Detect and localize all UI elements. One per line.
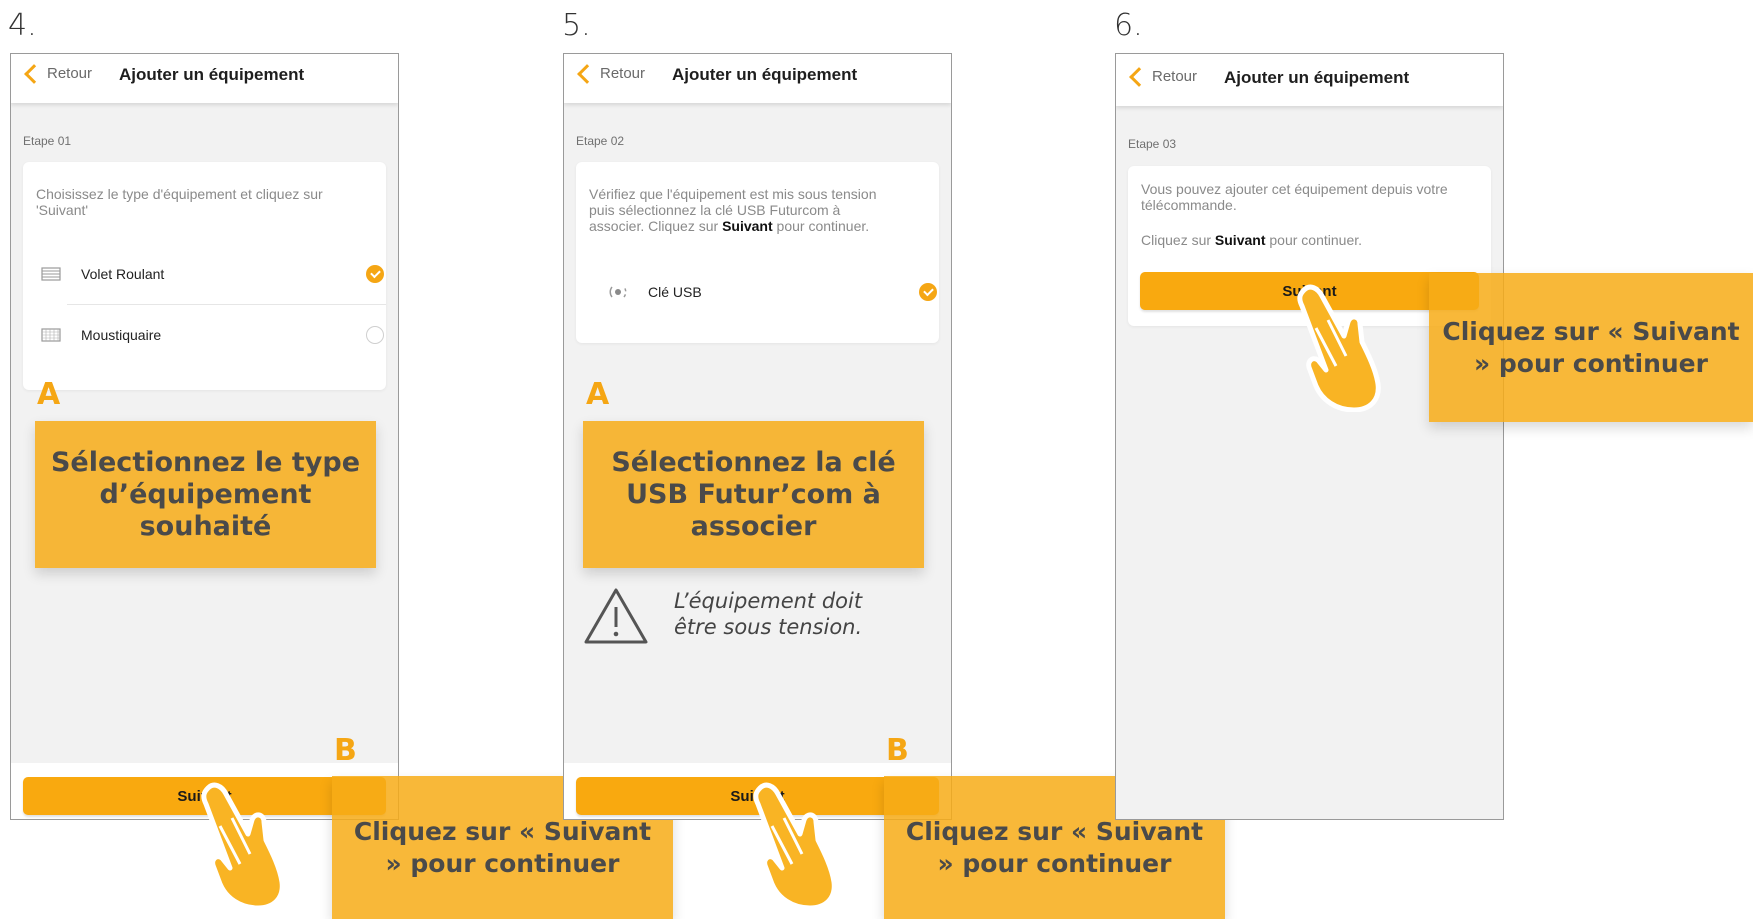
warning-icon	[584, 588, 648, 644]
step-number: 4.	[8, 8, 37, 43]
option-moustiquaire[interactable]: Moustiquaire	[23, 305, 386, 365]
instruction-text: Choisissez le type d'équipement et cliqu…	[36, 186, 323, 218]
step-label: Etape 03	[1128, 137, 1177, 151]
annotation-letter-b: B	[886, 733, 909, 768]
back-label: Retour	[1152, 68, 1198, 85]
chevron-left-icon	[24, 63, 44, 84]
page-title: Ajouter un équipement	[672, 65, 858, 84]
phone-screen-step-6: Retour Ajouter un équipement Etape 03 Vo…	[1115, 53, 1504, 820]
warning-text: L’équipement doit être sous tension.	[674, 589, 863, 639]
page-title: Ajouter un équipement	[1224, 68, 1410, 87]
back-button[interactable]: Retour	[21, 63, 93, 84]
top-bar: Retour Ajouter un équipement	[1116, 54, 1503, 106]
check-selected-icon	[919, 283, 937, 301]
pointing-hand-icon	[1297, 284, 1381, 412]
option-label: Clé USB	[648, 284, 702, 300]
step-label: Etape 02	[576, 134, 625, 148]
annotation-letter-a: A	[586, 377, 610, 412]
back-button[interactable]: Retour	[1126, 66, 1198, 87]
annotation-letter-a: A	[37, 377, 61, 412]
step-number: 6.	[1114, 8, 1143, 43]
instruction-text: Vérifiez que l'équipement est mis sous t…	[589, 186, 877, 234]
option-label: Volet Roulant	[81, 266, 165, 282]
usb-key-icon	[606, 284, 630, 300]
annotation-callout-a: Sélectionnez la clé USB Futur’com à asso…	[583, 421, 924, 568]
back-label: Retour	[600, 65, 646, 82]
step-label: Etape 01	[23, 134, 72, 148]
back-button[interactable]: Retour	[574, 63, 646, 84]
chevron-left-icon	[577, 63, 597, 84]
option-cle-usb[interactable]: Clé USB	[576, 262, 939, 322]
option-volet-roulant[interactable]: Volet Roulant	[23, 244, 386, 304]
annotation-callout-a: Sélectionnez le type d’équipement souhai…	[35, 421, 376, 568]
radio-unselected	[366, 326, 384, 344]
instruction-next: Cliquez sur Suivant pour continuer.	[1141, 232, 1363, 248]
pointing-hand-icon	[753, 782, 837, 910]
pointing-hand-icon	[201, 782, 285, 910]
step-number: 5.	[562, 8, 591, 43]
annotation-callout: Cliquez sur « Suivant » pour continuer	[1429, 273, 1753, 422]
shutter-icon	[39, 266, 63, 282]
top-bar: Retour Ajouter un équipement	[11, 54, 398, 103]
top-bar: Retour Ajouter un équipement	[564, 54, 951, 103]
chevron-left-icon	[1129, 66, 1149, 87]
back-label: Retour	[47, 65, 93, 82]
check-selected-icon	[366, 265, 384, 283]
annotation-letter-b: B	[334, 733, 357, 768]
page-title: Ajouter un équipement	[119, 65, 305, 84]
instruction-text: Vous pouvez ajouter cet équipement depui…	[1141, 181, 1448, 213]
mosquito-net-icon	[39, 327, 63, 343]
option-label: Moustiquaire	[81, 327, 162, 343]
